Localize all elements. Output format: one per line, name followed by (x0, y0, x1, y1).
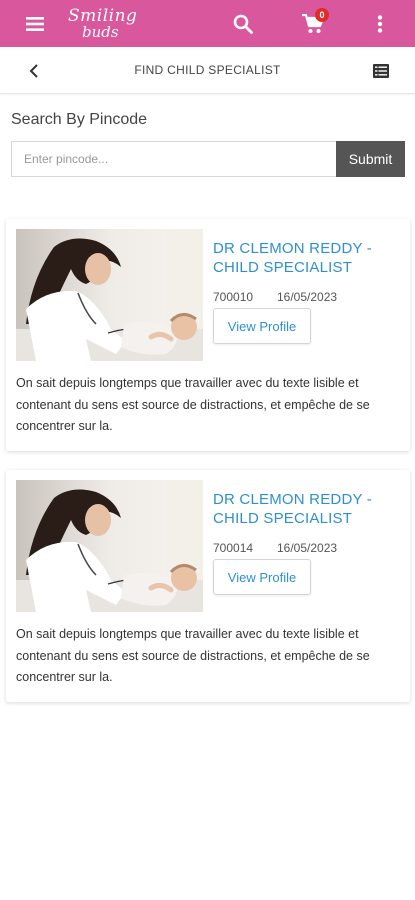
page-title: FIND CHILD SPECIALIST (134, 63, 281, 77)
specialist-photo[interactable] (16, 480, 203, 612)
search-icon[interactable] (230, 0, 256, 47)
menu-icon[interactable] (22, 0, 48, 47)
specialist-name[interactable]: DR CLEMON REDDY - CHILD SPECIALIST (213, 490, 403, 528)
specialist-card: DR CLEMON REDDY - CHILD SPECIALIST 70001… (6, 219, 410, 451)
specialist-date: 16/05/2023 (277, 541, 338, 555)
search-section-label: Search By Pincode (11, 111, 148, 128)
specialist-pincode: 700010 (213, 290, 254, 304)
view-profile-button[interactable]: View Profile (213, 308, 311, 344)
specialist-description: On sait depuis longtemps que travailler … (16, 376, 370, 433)
specialist-photo[interactable] (16, 229, 203, 361)
logo-text-bottom: buds (82, 23, 119, 41)
specialist-card: DR CLEMON REDDY - CHILD SPECIALIST 70001… (6, 470, 410, 702)
app-logo[interactable]: Smiling buds (64, 6, 144, 42)
specialist-name[interactable]: DR CLEMON REDDY - CHILD SPECIALIST (213, 239, 403, 277)
view-profile-button[interactable]: View Profile (213, 559, 311, 595)
specialist-description: On sait depuis longtemps que travailler … (16, 627, 370, 684)
app-header: Smiling buds 0 (0, 0, 415, 47)
list-view-icon[interactable] (372, 62, 390, 80)
specialist-date: 16/05/2023 (277, 290, 338, 304)
more-vertical-icon[interactable] (372, 0, 388, 47)
page-header: FIND CHILD SPECIALIST (0, 47, 415, 94)
submit-button[interactable]: Submit (336, 141, 405, 177)
cart-count-badge: 0 (315, 8, 329, 22)
specialist-pincode: 700014 (213, 541, 254, 555)
pincode-input[interactable] (11, 141, 337, 177)
